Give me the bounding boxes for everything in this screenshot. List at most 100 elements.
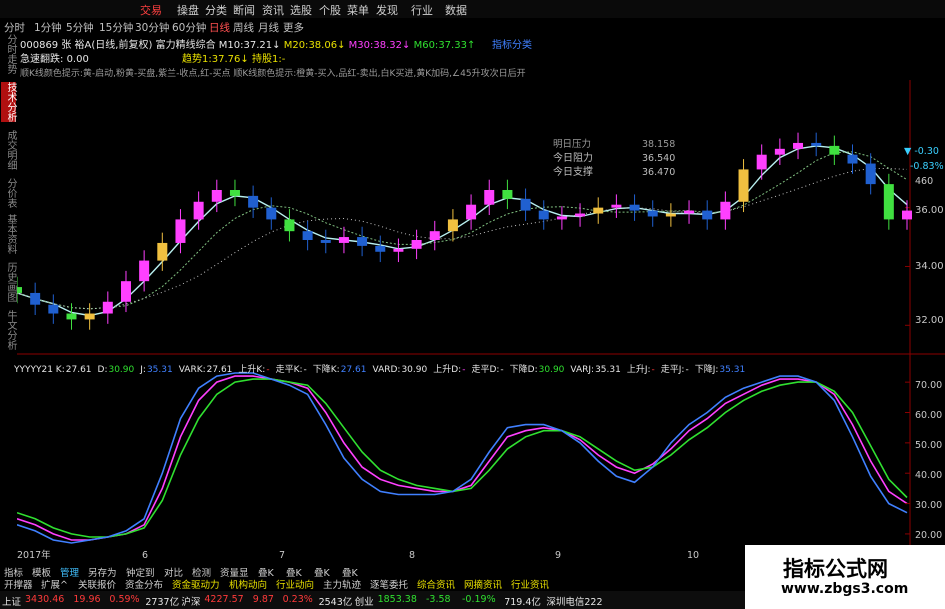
kdj-value: 35.31 bbox=[595, 365, 621, 375]
ma20-label: M20: bbox=[283, 40, 309, 51]
kdj-grid bbox=[905, 381, 910, 535]
ma30-value: 38.32↓ bbox=[373, 40, 411, 51]
kdj-tick-20: 20.00 bbox=[915, 530, 942, 541]
kdj-label: 下降K: bbox=[312, 365, 340, 375]
menu-operate[interactable]: 操盘 bbox=[177, 2, 199, 18]
kdj-tick-40: 40.00 bbox=[915, 470, 942, 481]
kdj-value: 30.90 bbox=[401, 365, 428, 375]
kdj-value: 27.61 bbox=[65, 365, 92, 375]
trend-value: 37.76↓ bbox=[211, 54, 249, 65]
candle-body bbox=[484, 190, 495, 205]
kdj-label: VARJ: bbox=[570, 365, 595, 375]
ma30-label: M30: bbox=[348, 40, 374, 51]
function-tab[interactable]: 网摘资讯 bbox=[464, 577, 502, 591]
function-tab[interactable]: 主力轨迹 bbox=[323, 577, 361, 591]
status-item: -0.19% bbox=[462, 594, 496, 605]
candle-body bbox=[320, 240, 331, 243]
indicator-category-link[interactable]: 指标分类 bbox=[492, 36, 532, 51]
function-tab[interactable]: 开撑器 bbox=[4, 577, 33, 591]
menu-industry[interactable]: 行业 bbox=[411, 2, 433, 18]
period-1min[interactable]: 1分钟 bbox=[34, 20, 62, 35]
candle-body bbox=[466, 204, 477, 220]
period-5min[interactable]: 5分钟 bbox=[66, 20, 94, 35]
kdj-value: 30.90 bbox=[538, 365, 565, 375]
price-tick-34: 34.00 bbox=[915, 261, 944, 272]
menu-stock[interactable]: 个股 bbox=[319, 2, 341, 18]
period-30min[interactable]: 30分钟 bbox=[135, 20, 169, 35]
period-15min[interactable]: 15分钟 bbox=[99, 20, 133, 35]
x-label-10: 10 bbox=[687, 550, 699, 561]
menu-data[interactable]: 数据 bbox=[445, 2, 467, 18]
period-more[interactable]: 更多 bbox=[283, 20, 304, 35]
function-tab[interactable]: 机构动向 bbox=[229, 577, 267, 591]
kline-color-hint: 顺K线颜色提示:黄-启动,粉黄-买盘,紫兰-收点,红-买点 顺K线颜色提示:橙黄… bbox=[20, 69, 526, 79]
bottom-tabs: 指标 模板 管理 另存为 钟定到 对比 检测 资量显 叠K 叠K 叠K 叠K bbox=[0, 565, 500, 579]
candle-body bbox=[883, 184, 894, 220]
candle-body bbox=[375, 245, 386, 252]
side-tab-technical[interactable]: 技术分析 bbox=[1, 82, 16, 122]
watermark-title: 指标公式网 bbox=[783, 557, 888, 581]
period-monthly[interactable]: 月线 bbox=[258, 20, 279, 35]
kdj-value: 35.31 bbox=[719, 365, 746, 375]
menu-category[interactable]: 分类 bbox=[205, 2, 227, 18]
candle-body bbox=[847, 154, 858, 164]
function-tab[interactable]: 关联报价 bbox=[78, 577, 116, 591]
popup-label-1: 明日压力 bbox=[553, 138, 591, 150]
function-tab[interactable]: 行业资讯 bbox=[511, 577, 549, 591]
kdj-tick-60: 60.00 bbox=[915, 410, 942, 421]
menu-info[interactable]: 资讯 bbox=[262, 2, 284, 18]
side-tab-price-table[interactable]: 分价表 bbox=[1, 178, 16, 208]
kdj-value: 35.31 bbox=[146, 365, 173, 375]
top-menu-bar: 交易 操盘 分类 断闻 资讯 选股 个股 菜单 发现 行业 数据 bbox=[0, 0, 945, 18]
function-tab[interactable]: 综合资讯 bbox=[417, 577, 455, 591]
function-tab[interactable]: 资金分布 bbox=[125, 577, 163, 591]
period-daily[interactable]: 日线 bbox=[209, 20, 230, 35]
kdj-label: VARK: bbox=[178, 365, 206, 375]
candle-body bbox=[684, 210, 695, 214]
period-timeshare[interactable]: 分时 bbox=[4, 20, 25, 35]
candle-body bbox=[66, 313, 77, 320]
watermark-logo: 指标公式网 www.zbgs3.com bbox=[745, 545, 945, 609]
volume-value: 460 bbox=[915, 176, 933, 187]
candle-body bbox=[102, 301, 113, 314]
change-value: ▼ -0.30 bbox=[904, 146, 939, 157]
hold-value: - bbox=[281, 54, 286, 65]
candle-body bbox=[30, 292, 41, 305]
function-tab[interactable]: 扩展^ bbox=[41, 577, 68, 591]
candle-body bbox=[120, 281, 131, 302]
side-tab-timeshare[interactable]: 分时走势 bbox=[1, 34, 16, 74]
kdj-value: - bbox=[500, 365, 504, 375]
candle-body bbox=[229, 190, 240, 196]
candle-body bbox=[338, 237, 349, 243]
menu-stock-picker[interactable]: 选股 bbox=[290, 2, 312, 18]
period-weekly[interactable]: 周线 bbox=[233, 20, 254, 35]
menu-news[interactable]: 断闻 bbox=[233, 2, 255, 18]
side-tab-analysis[interactable]: 牛文分析 bbox=[1, 310, 16, 350]
status-item: 1853.38 bbox=[377, 594, 417, 605]
status-item: 上证 bbox=[2, 597, 22, 608]
side-tab-history[interactable]: 历史画图 bbox=[1, 262, 16, 302]
kdj-label: 走平K: bbox=[275, 365, 303, 375]
side-tab-profile[interactable]: 基本资料 bbox=[1, 214, 16, 254]
menu-discover[interactable]: 发现 bbox=[376, 2, 398, 18]
menu-menu[interactable]: 菜单 bbox=[347, 2, 369, 18]
ma60-label: M60: bbox=[413, 40, 439, 51]
x-label-year: 2017年 bbox=[17, 549, 51, 561]
candle-body bbox=[538, 210, 549, 220]
side-tab-trades[interactable]: 成交明细 bbox=[1, 130, 16, 170]
ma20-value: 38.06↓ bbox=[308, 40, 346, 51]
popup-value-2: 36.540 bbox=[642, 153, 675, 164]
ma-line-long bbox=[17, 168, 908, 310]
period-60min[interactable]: 60分钟 bbox=[172, 20, 206, 35]
candle-body bbox=[665, 213, 676, 217]
function-tab[interactable]: 资金驱动力 bbox=[172, 577, 220, 591]
menu-trade[interactable]: 交易 bbox=[140, 2, 162, 18]
status-item: -3.58 bbox=[426, 594, 451, 605]
function-tab[interactable]: 行业动向 bbox=[276, 577, 314, 591]
function-tab[interactable]: 逐笔委托 bbox=[370, 577, 408, 591]
kdj-line-k bbox=[17, 375, 908, 541]
price-tick-36: 36.00 bbox=[915, 205, 944, 216]
chart-area[interactable]: 36.00 34.00 32.00 ▼ -0.30 -0.83% 460 明日压… bbox=[17, 80, 945, 565]
header-row2: 急速翻跌: 0.00 趋势1:37.76↓ 持股1:- bbox=[20, 50, 285, 65]
candle-body bbox=[139, 260, 150, 282]
